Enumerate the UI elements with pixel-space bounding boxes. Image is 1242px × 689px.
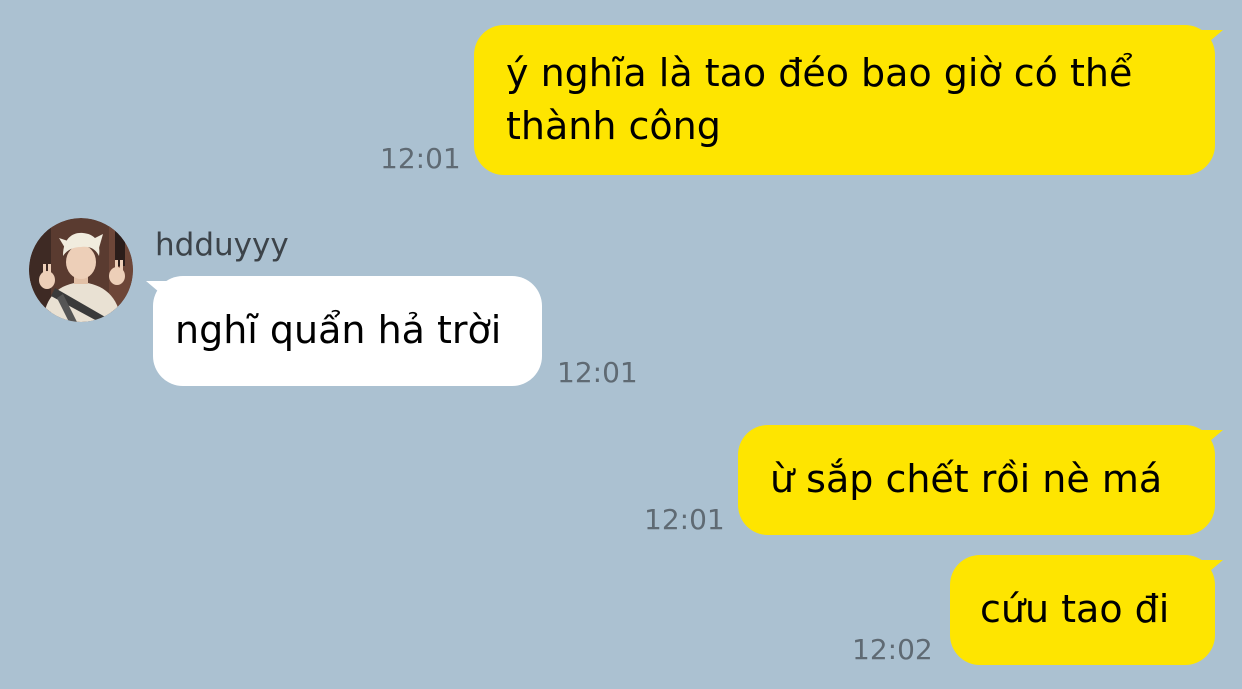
message-bubble-sent[interactable]: cứu tao đi <box>950 555 1215 665</box>
message-timestamp: 12:01 <box>644 503 725 536</box>
message-text-line: thành công <box>506 104 721 148</box>
contact-avatar[interactable] <box>29 218 133 322</box>
message-text-line: ý nghĩa là tao đéo bao giờ có thể <box>506 51 1133 95</box>
message-text-line: ừ sắp chết rồi nè má <box>770 457 1163 501</box>
message-bubble-sent[interactable]: ý nghĩa là tao đéo bao giờ có thể thành … <box>474 25 1215 175</box>
contact-avatar-photo-icon <box>29 218 133 322</box>
message-text-line: cứu tao đi <box>980 587 1170 631</box>
message-bubble-sent[interactable]: ừ sắp chết rồi nè má <box>738 425 1215 535</box>
sender-name: hdduyyy <box>155 227 289 263</box>
message-text-line: nghĩ quẩn hả trời <box>175 308 502 352</box>
message-timestamp: 12:01 <box>557 356 638 389</box>
message-timestamp: 12:02 <box>852 633 933 666</box>
message-bubble-received[interactable]: nghĩ quẩn hả trời <box>153 276 542 386</box>
chat-window: ý nghĩa là tao đéo bao giờ có thể thành … <box>0 0 1242 689</box>
message-timestamp: 12:01 <box>380 142 461 175</box>
